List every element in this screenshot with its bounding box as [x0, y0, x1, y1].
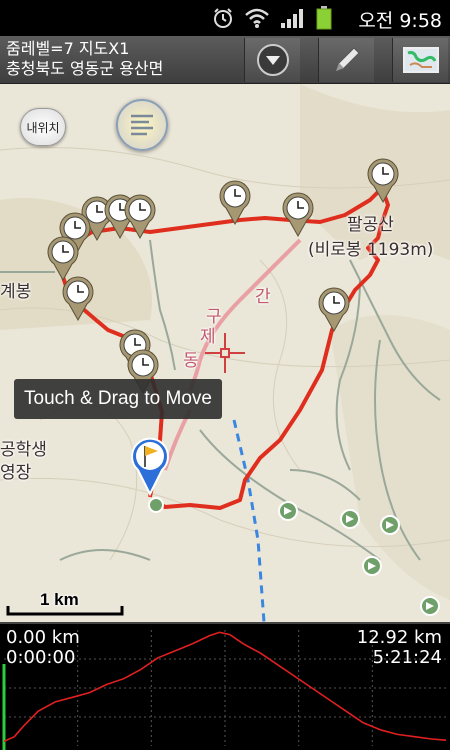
- region-text: 충청북도 영동군 용산면: [6, 59, 164, 78]
- total-distance: 12.92 km: [356, 627, 442, 648]
- map-icon: [402, 47, 439, 73]
- peak-name-label: 팔공산: [347, 215, 394, 235]
- road-label-1: 간: [255, 287, 271, 307]
- left-place-label-1: 공학생: [0, 440, 47, 460]
- status-icons: [212, 6, 332, 30]
- map-canvas: [0, 84, 450, 622]
- dropdown-button[interactable]: [244, 38, 300, 82]
- dropdown-icon: [256, 44, 289, 76]
- current-position-pin: [131, 437, 169, 497]
- elevation-profile[interactable]: 0.00 km 0:00:00 12.92 km 5:21:24: [0, 622, 450, 750]
- map-select-button[interactable]: [392, 38, 448, 82]
- top-toolbar: 줌레벨=7 지도X1 충청북도 영동군 용산면: [0, 36, 450, 84]
- wifi-icon: [245, 8, 269, 28]
- waypoint-pin[interactable]: [219, 180, 251, 226]
- waypoint-pin[interactable]: [282, 192, 314, 238]
- signal-icon: [281, 9, 303, 28]
- battery-icon: [316, 6, 332, 30]
- road-label-4: 동: [183, 351, 199, 371]
- zoom-level-text: 줌레벨=7 지도X1: [6, 39, 130, 58]
- alarm-icon: [214, 8, 232, 28]
- peak-elevation-label: (비로봉 1193m): [308, 240, 434, 260]
- left-place-label-2: 영장: [0, 463, 32, 483]
- left-peak-label: 계봉: [0, 282, 32, 302]
- map-info: 줌레벨=7 지도X1 충청북도 영동군 용산면: [6, 39, 163, 79]
- start-time: 0:00:00: [6, 647, 76, 668]
- scale-bar-label: 1 km: [40, 590, 79, 609]
- status-clock: 오전 9:58: [358, 10, 442, 32]
- start-distance: 0.00 km: [6, 627, 80, 648]
- menu-list-button[interactable]: [116, 99, 168, 151]
- drag-hint-tooltip: Touch & Drag to Move: [14, 379, 222, 419]
- total-time: 5:21:24: [372, 647, 442, 668]
- status-bar: 오전 9:58: [0, 0, 450, 36]
- edit-button[interactable]: [318, 38, 374, 82]
- list-icon: [131, 114, 153, 136]
- pencil-icon: [334, 47, 360, 72]
- road-label-3: 제: [200, 327, 216, 347]
- my-location-button[interactable]: 내위치: [20, 108, 66, 146]
- map-view[interactable]: 팔공산 (비로봉 1193m) 계봉 공학생 영장 간 구 제 동 Touch …: [0, 84, 450, 622]
